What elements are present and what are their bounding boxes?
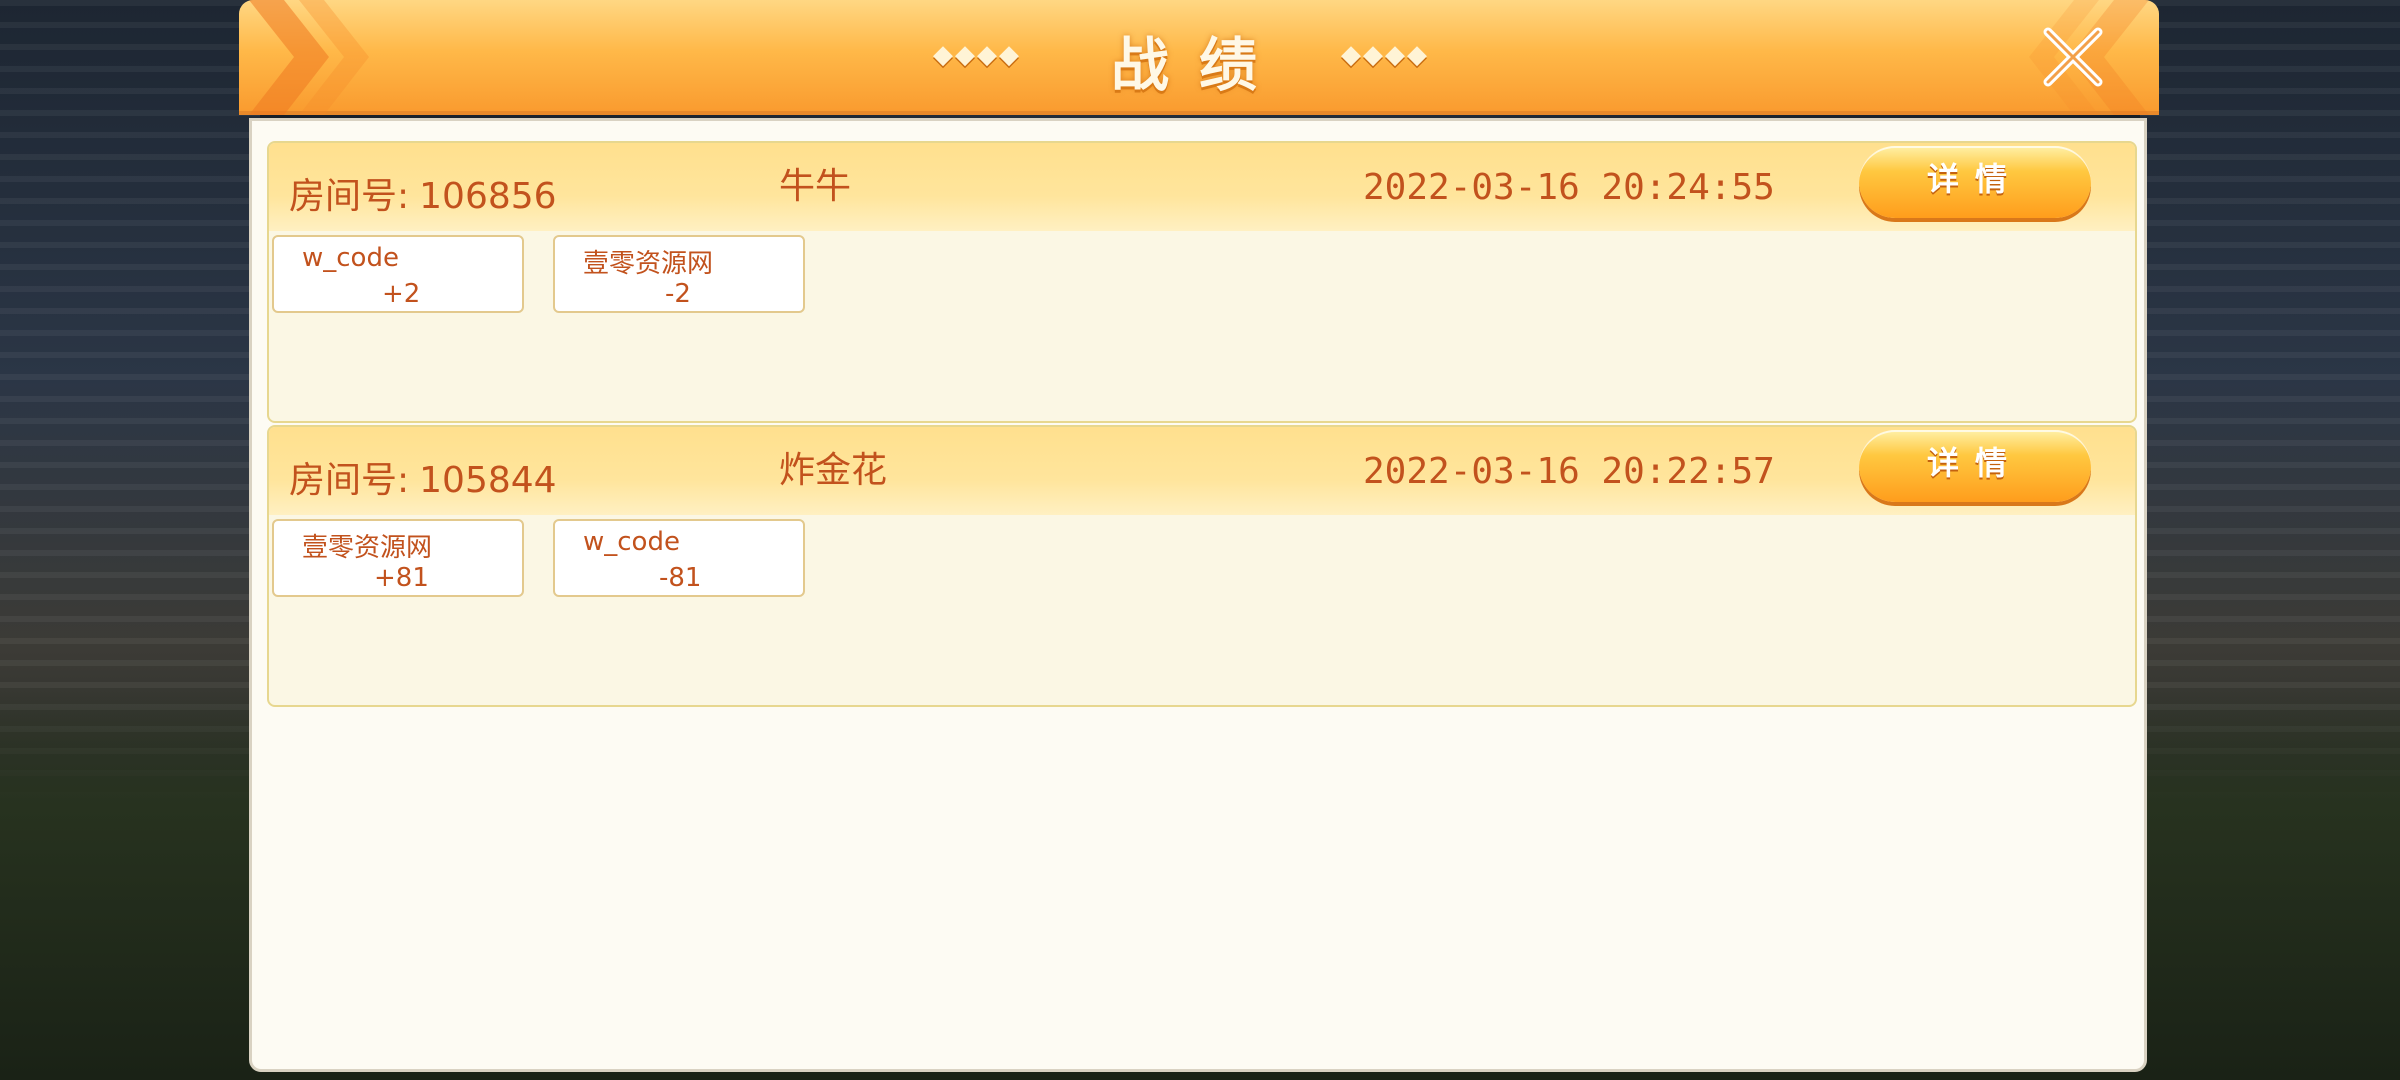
record-time: 2022-03-16 20:24:55	[1363, 167, 1775, 208]
room-number-value: 106856	[419, 176, 557, 217]
game-name: 炸金花	[779, 450, 888, 491]
player-name: 壹零资源网	[302, 533, 433, 563]
room-number: 房间号: 105844	[289, 451, 557, 503]
details-button[interactable]: 详情	[1859, 430, 2091, 502]
player-name: w_code	[302, 243, 399, 273]
player-score: +81	[374, 563, 429, 593]
record-item: 房间号: 105844 炸金花 2022-03-16 20:22:57 详情 壹零…	[267, 425, 2137, 707]
player-name: w_code	[583, 527, 680, 557]
room-number-value: 105844	[419, 460, 557, 501]
player-name: 壹零资源网	[583, 249, 714, 279]
record-item: 房间号: 106856 牛牛 2022-03-16 20:24:55 详情 w_c…	[267, 141, 2137, 423]
player-score: -81	[659, 563, 702, 593]
dialog-title: 战绩	[1110, 31, 1287, 99]
details-button[interactable]: 详情	[1859, 146, 2091, 218]
close-x-icon	[2043, 27, 2103, 87]
room-number-label: 房间号:	[289, 176, 410, 217]
player-card: 壹零资源网 -2	[553, 235, 805, 313]
player-score: -2	[665, 279, 691, 309]
game-name: 牛牛	[779, 166, 852, 207]
title-decoration-right: ◆◆◆◆	[1341, 40, 1429, 70]
player-card: 壹零资源网 +81	[272, 519, 524, 597]
records-list[interactable]: 房间号: 106856 牛牛 2022-03-16 20:24:55 详情 w_c…	[249, 118, 2147, 1072]
player-score: +2	[382, 279, 421, 309]
records-dialog: ◆◆◆◆ 战绩 ◆◆◆◆ 房间号: 106856 牛牛 2022-03-16 2…	[239, 0, 2159, 1080]
room-number-label: 房间号:	[289, 460, 410, 501]
room-number: 房间号: 106856	[289, 167, 557, 219]
player-card: w_code -81	[553, 519, 805, 597]
player-card: w_code +2	[272, 235, 524, 313]
close-button[interactable]	[2036, 22, 2110, 92]
record-time: 2022-03-16 20:22:57	[1363, 451, 1775, 492]
dialog-header: ◆◆◆◆ 战绩 ◆◆◆◆	[239, 0, 2159, 115]
